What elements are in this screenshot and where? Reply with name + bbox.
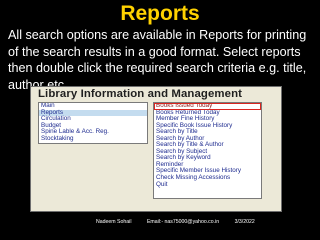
- main-menu-item-stocktaking[interactable]: Stocktaking: [39, 135, 147, 143]
- report-item-quit[interactable]: Quit: [154, 181, 261, 189]
- slide-title: Reports: [120, 2, 200, 25]
- footer-email: Email:- nas75000@yahoo.co.in: [146, 219, 220, 225]
- slide-footer: Nadeem Sohail Email:- nas75000@yahoo.co.…: [96, 219, 306, 226]
- footer-author: Nadeem Sohail: [96, 219, 132, 225]
- footer-date: 3/3/2022: [234, 219, 255, 225]
- app-window: Library Information and Management Syste…: [30, 86, 282, 212]
- main-menu-list[interactable]: Main Reports Circulation Budget Spine La…: [38, 102, 148, 144]
- slide-description: All search options are available in Repo…: [8, 28, 307, 92]
- report-options-list[interactable]: Books Issued Today Books Returned Today …: [153, 102, 262, 199]
